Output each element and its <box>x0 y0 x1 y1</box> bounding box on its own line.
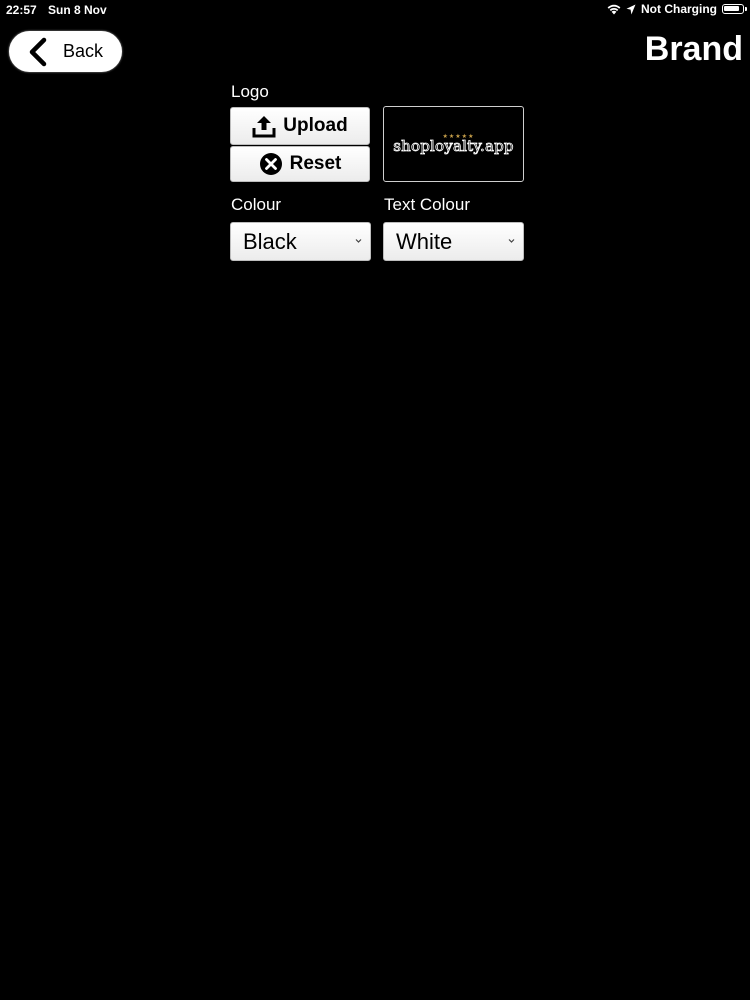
status-indicators: Not Charging <box>607 2 747 16</box>
text-colour-selected-value: White <box>396 228 453 254</box>
close-circle-icon <box>259 153 282 175</box>
chevron-left-icon <box>29 37 47 66</box>
wifi-icon <box>607 4 621 15</box>
text-colour-label: Text Colour <box>384 195 470 214</box>
back-button[interactable]: Back <box>9 31 122 72</box>
chevron-down-icon <box>508 239 515 243</box>
status-bar: 22:57 Sun 8 Nov Not Charging <box>0 0 750 20</box>
upload-label: Upload <box>283 115 348 136</box>
location-arrow-icon <box>626 4 636 14</box>
reset-label: Reset <box>289 153 342 174</box>
colour-select[interactable]: Black <box>230 222 371 261</box>
upload-icon <box>252 116 276 138</box>
upload-button[interactable]: Upload <box>230 107 370 145</box>
logo-preview: ★★★★★ shoployalty.app <box>383 106 524 182</box>
chevron-down-icon <box>355 239 362 243</box>
page-title: Brand <box>644 30 743 68</box>
status-date: Sun 8 Nov <box>48 3 107 17</box>
colour-selected-value: Black <box>243 228 297 254</box>
logo-label: Logo <box>231 82 269 101</box>
back-label: Back <box>63 41 104 61</box>
colour-label: Colour <box>231 195 282 214</box>
battery-icon <box>722 4 747 14</box>
logo-preview-text: shoployalty.app <box>393 137 514 156</box>
status-time: 22:57 <box>6 3 37 17</box>
text-colour-select[interactable]: White <box>383 222 524 261</box>
charging-status: Not Charging <box>641 2 717 16</box>
reset-button[interactable]: Reset <box>230 146 370 182</box>
